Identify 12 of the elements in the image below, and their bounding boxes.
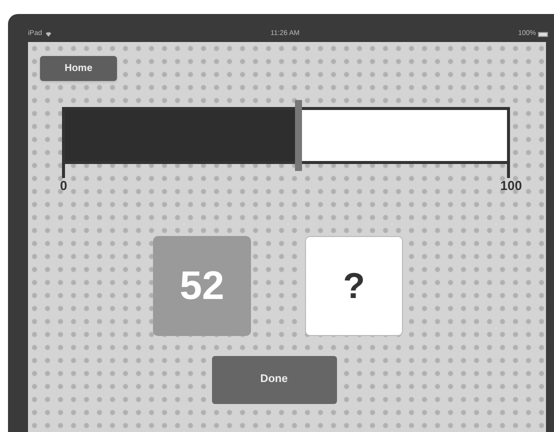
tick-mark <box>507 164 510 178</box>
battery-icon <box>538 32 548 36</box>
home-button[interactable]: Home <box>40 56 117 81</box>
done-button[interactable]: Done <box>212 356 336 404</box>
number-card: 52 <box>153 236 251 336</box>
slider-handle[interactable] <box>295 100 302 171</box>
min-label: 0 <box>60 177 68 195</box>
tick-mark <box>62 164 65 178</box>
wifi-icon <box>45 31 52 37</box>
guess-card[interactable]: ? <box>305 236 403 336</box>
max-label: 100 <box>500 177 522 195</box>
slider[interactable] <box>62 100 510 171</box>
